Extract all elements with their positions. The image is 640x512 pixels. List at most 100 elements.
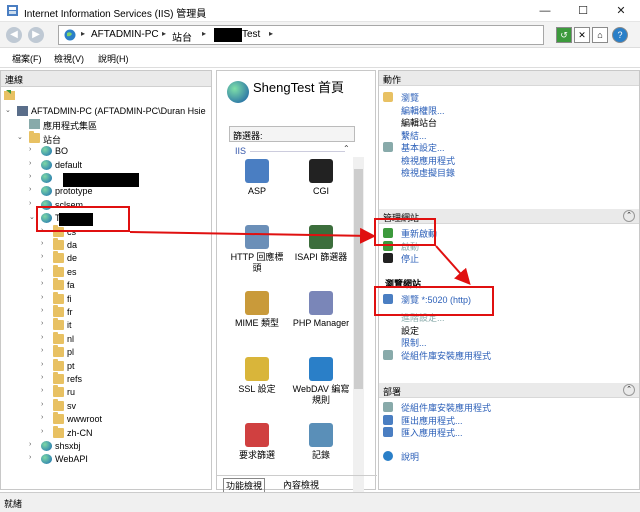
chevron-right-icon[interactable]: › [29,441,31,448]
folder-icon [53,318,64,331]
chevron-right-icon[interactable]: › [41,387,43,394]
chevron-down-icon[interactable]: ⌄ [17,133,23,141]
chevron-right-icon[interactable]: › [41,320,43,327]
feature-item[interactable]: ISAPI 篩選器 [291,225,351,263]
feature-item[interactable]: 記錄 [291,423,351,461]
folder-icon [29,130,40,143]
home-icon[interactable]: ⌂ [592,27,608,43]
chevron-right-icon[interactable]: › [41,414,43,421]
connections-header: 連線 [1,71,211,87]
folder-icon [53,238,64,250]
folder-icon [53,305,64,317]
chevron-down-icon[interactable]: ⌄ [5,106,11,114]
actions-header-label: 動作 [383,75,402,85]
tree-node-label: default [55,159,83,170]
feature-item[interactable]: PHP Manager [291,291,351,329]
tree-node-label: ru [67,387,76,398]
minimize-button[interactable]: — [526,0,564,22]
tree-node-label: it [67,320,72,331]
filter-input[interactable]: 篩選器: [229,126,355,142]
feature-item[interactable]: HTTP 回應標頭 [227,225,287,274]
tab-content-view[interactable]: 內容檢視 [283,478,319,491]
menu-help[interactable]: 說明(H) [98,52,129,65]
gallery-icon [383,349,393,360]
tab-features-view[interactable]: 功能檢視 [223,478,266,493]
tree-node-label: fa [67,280,75,291]
collapse-icon[interactable]: ⌃ [623,384,635,396]
isapi-filters-icon [309,225,333,249]
menu-file[interactable]: 檔案(F) [12,52,42,65]
redacted-region [63,173,139,187]
annotation-box-restart [374,218,436,246]
chevron-right-icon[interactable]: › [41,280,43,287]
feature-item[interactable]: 要求篩選 [227,423,287,461]
help-icon[interactable]: ? [612,27,628,43]
chevron-right-icon[interactable]: › [41,374,43,381]
chevron-right-icon[interactable]: › [41,240,43,247]
server-icon [17,106,28,116]
chevron-up-icon[interactable]: ⌃ [343,144,350,153]
feature-item[interactable]: ASP [227,159,287,197]
features-panel: ShengTest 首頁 篩選器: IIS ⌃ ASP CGI HTTP 回應標頭 I… [216,70,377,512]
folder-icon [53,278,64,291]
chevron-right-icon[interactable]: › [41,361,43,368]
forward-icon[interactable]: ▶ [28,27,44,43]
group-label-iis: IIS [235,146,247,156]
menu-bar: 檔案(F) 檢視(V) 說明(H) [0,48,640,68]
chevron-right-icon[interactable]: › [41,294,43,301]
chevron-right-icon[interactable]: › [41,347,43,354]
breadcrumb-server[interactable]: AFTADMIN-PC [91,29,159,40]
chevron-right-icon[interactable]: › [29,186,31,193]
folder-icon [53,425,64,438]
feature-label: SSL 設定 [238,384,276,394]
refresh-icon[interactable]: ↺ [556,27,572,43]
collapse-icon[interactable]: ⌃ [623,210,635,222]
menu-view[interactable]: 檢視(V) [54,52,84,65]
feature-item[interactable]: CGI [291,159,351,197]
deploy-header: 部署 ⌃ [379,383,639,398]
gallery-icon [383,402,393,412]
breadcrumb-site[interactable]: Test [242,29,260,40]
request-filtering-icon [245,423,269,447]
back-icon[interactable]: ◀ [6,27,22,43]
maximize-button[interactable]: ☐ [564,0,602,22]
chevron-right-icon[interactable]: › [29,173,31,180]
window-title: Internet Information Services (IIS) 管理員 [24,9,207,20]
chevron-right-icon[interactable]: › [41,307,43,314]
address-bar[interactable]: ▸ AFTADMIN-PC ▸ 站台 ▸ Test ▸ [58,25,544,45]
folder-icon [53,345,64,358]
http-headers-icon [245,225,269,249]
tree-node-label: de [67,253,78,264]
feature-item[interactable]: WebDAV 編寫規則 [291,357,351,406]
folder-icon [53,398,64,411]
feature-label: PHP Manager [292,318,350,328]
chevron-right-icon[interactable]: › [41,401,43,408]
tree-node-label: pt [67,360,75,371]
feature-item[interactable]: MIME 類型 [227,291,287,329]
chevron-right-icon[interactable]: › [29,200,31,207]
scrollbar-thumb[interactable] [354,169,363,389]
annotation-box-browse [374,286,494,316]
page-title: ShengTest 首頁 [253,80,345,95]
chevron-right-icon[interactable]: › [41,267,43,274]
breadcrumb-sites[interactable]: 站台 [172,29,192,44]
chevron-right-icon[interactable]: › [41,428,43,435]
stop-icon[interactable]: ✕ [574,27,590,43]
title-bar: Internet Information Services (IIS) 管理員 … [0,0,640,22]
site-globe-icon [64,29,76,41]
feature-label: ISAPI 篩選器 [294,252,348,262]
close-button[interactable]: ✕ [602,0,640,22]
chevron-right-icon[interactable]: › [41,334,43,341]
chevron-right-icon[interactable]: › [29,454,31,461]
chevron-down-icon[interactable]: ⌄ [29,213,35,221]
feature-item[interactable]: SSL 設定 [227,357,287,395]
tree-node-label: refs [67,374,83,384]
connect-icon[interactable] [3,89,17,101]
chevron-right-icon[interactable]: › [29,160,31,167]
chevron-right-icon[interactable]: › [41,253,43,260]
folder-icon [53,264,64,277]
chevron-right-icon[interactable]: › [29,146,31,153]
connections-panel: 連線 ⌄ AFTADMIN-PC (AFTADMIN-PC\Duran Hsie 應… [0,70,212,490]
php-manager-icon [309,291,333,315]
globe-icon [41,186,52,197]
